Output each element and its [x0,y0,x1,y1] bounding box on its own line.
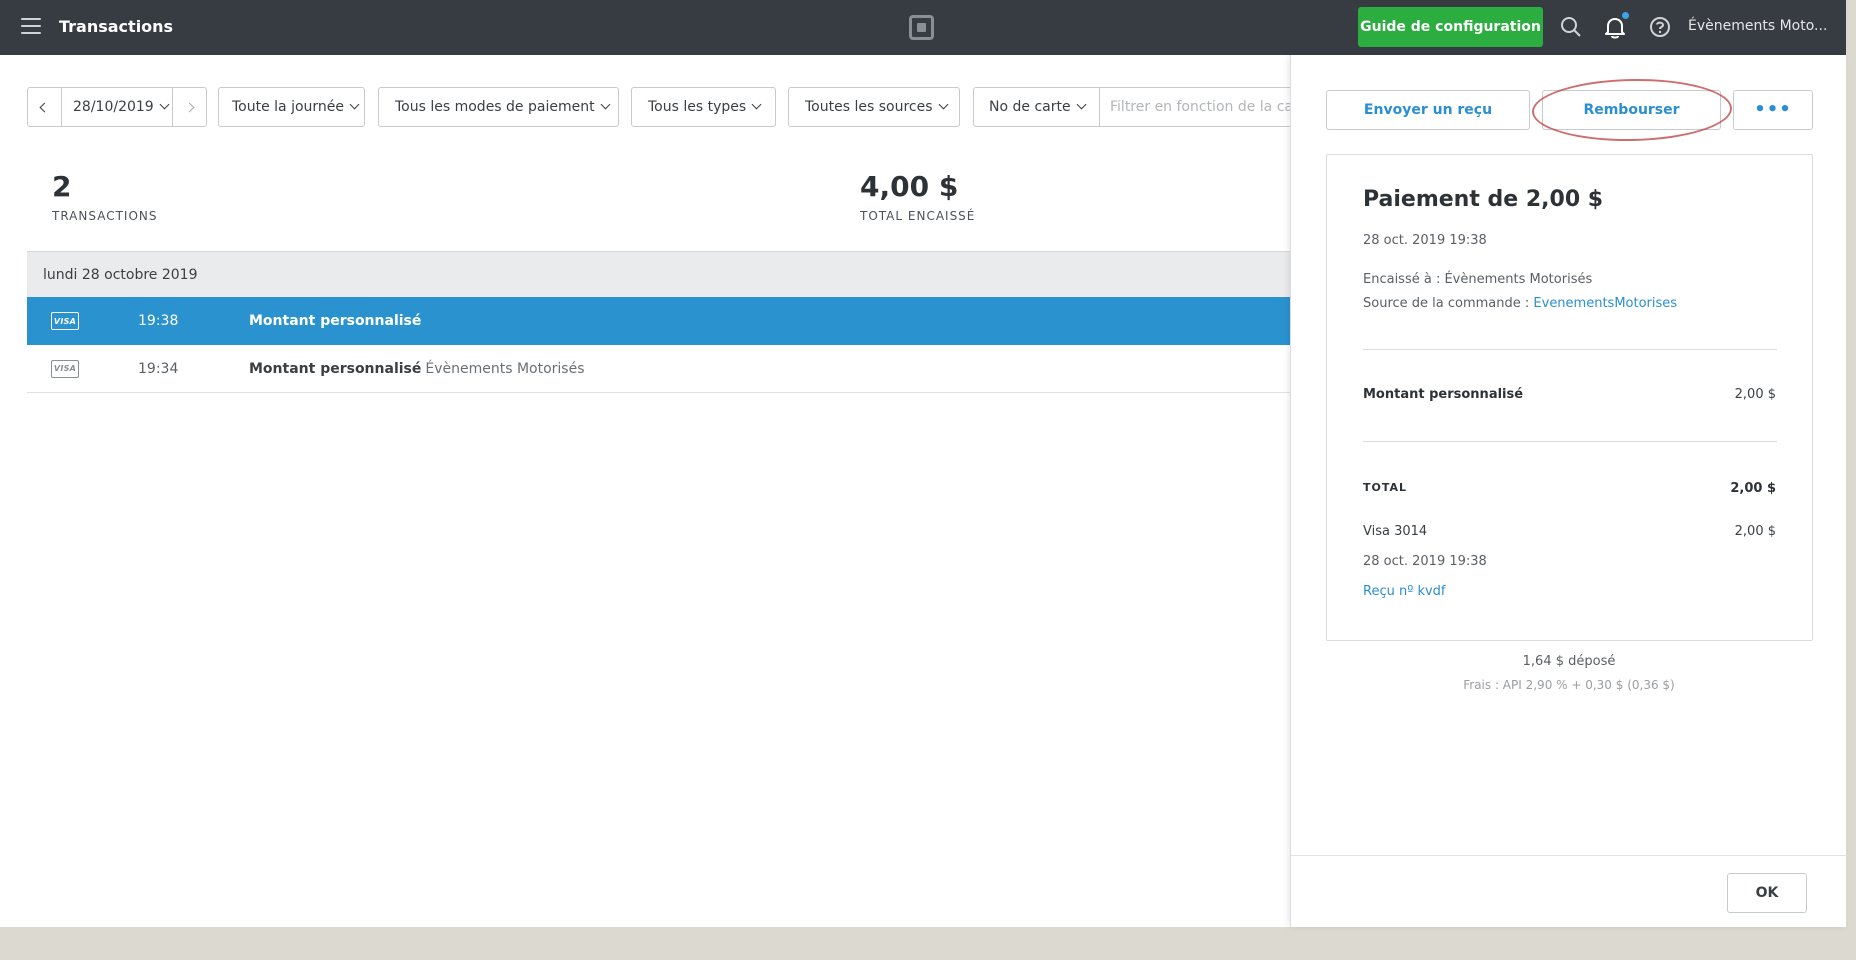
search-icon[interactable] [1558,14,1584,40]
transaction-detail-panel: Envoyer un reçu Rembourser ••• Paiement … [1290,55,1847,927]
date-picker: 28/10/2019 [27,87,207,127]
chevron-down-icon [751,99,762,110]
chevron-down-icon [1076,99,1087,110]
line-item-name: Montant personnalisé [1363,387,1524,402]
transaction-time: 19:38 [138,313,179,329]
order-source: Source de la commande : EvenementsMotori… [1363,296,1678,311]
help-icon[interactable] [1647,14,1673,40]
collected-at: Encaissé à : Évènements Motorisés [1363,272,1593,287]
transaction-location: Évènements Motorisés [425,360,585,377]
table-row[interactable]: VISA 19:38 Montant personnalisé [27,297,1290,345]
page-title: Transactions [59,17,174,36]
refund-button[interactable]: Rembourser [1542,90,1721,130]
chevron-down-icon [159,99,170,110]
transactions-main: 28/10/2019 Toute la journée Tous les mod… [0,55,1303,927]
day-header: lundi 28 octobre 2019 [27,251,1290,297]
setup-guide-button[interactable]: Guide de configuration [1358,7,1543,47]
divider [1363,349,1777,350]
fees-info: Frais : API 2,90 % + 0,30 $ (0,36 $) [1463,678,1675,692]
receipt-number-link[interactable]: Reçu nº kvdf [1363,584,1446,599]
square-logo-icon[interactable] [909,15,934,40]
transaction-time: 19:34 [138,360,179,377]
transaction-count-label: TRANSACTIONS [52,209,158,223]
total-collected-label: TOTAL ENCAISSÉ [860,209,976,223]
transaction-description: Montant personnalisé [249,313,422,329]
card-filter: No de carte [973,87,1303,127]
chevron-down-icon [938,99,948,110]
line-item-amount: 2,00 $ [1734,387,1776,402]
previous-date-button[interactable] [28,88,62,126]
top-bar: Transactions Guide de configuration Évèn… [0,0,1846,55]
order-source-link[interactable]: EvenementsMotorises [1533,296,1677,311]
total-label: TOTAL [1363,481,1408,494]
hamburger-menu-icon[interactable] [21,18,41,34]
divider [1363,441,1777,442]
time-range-filter[interactable]: Toute la journée [218,87,365,127]
next-date-button[interactable] [172,88,206,126]
payment-title: Paiement de 2,00 $ [1363,187,1604,212]
total-collected: 4,00 $ [860,170,959,203]
card-filter-input[interactable] [1100,88,1302,126]
panel-footer: OK [1291,855,1847,927]
visa-card-icon: VISA [51,359,79,378]
card-tender: Visa 3014 [1363,524,1428,539]
payment-date: 28 oct. 2019 19:38 [1363,233,1487,248]
payment-mode-filter[interactable]: Tous les modes de paiement [378,87,619,127]
account-menu[interactable]: Évènements Moto... [1688,18,1827,34]
transaction-count: 2 [52,170,72,203]
chevron-down-icon [349,99,360,110]
more-options-button[interactable]: ••• [1733,90,1813,130]
transaction-description: Montant personnalisé Évènements Motorisés [249,360,585,377]
card-type-select[interactable]: No de carte [974,88,1100,126]
notification-dot [1622,12,1629,19]
table-row[interactable]: VISA 19:34 Montant personnalisé Évènement… [27,345,1290,393]
chevron-right-icon [184,102,195,112]
chevron-left-icon [39,102,50,112]
receipt-card: Paiement de 2,00 $ 28 oct. 2019 19:38 En… [1326,154,1813,641]
ok-button[interactable]: OK [1727,873,1807,913]
deposited-amount: 1,64 $ déposé [1522,654,1616,669]
visa-card-icon: VISA [51,312,79,330]
card-tender-date: 28 oct. 2019 19:38 [1363,554,1487,569]
type-filter[interactable]: Tous les types [631,87,776,127]
source-filter[interactable]: Toutes les sources [788,87,960,127]
send-receipt-button[interactable]: Envoyer un reçu [1326,90,1530,130]
date-select[interactable]: 28/10/2019 [62,88,172,126]
total-amount: 2,00 $ [1730,481,1776,496]
card-tender-amount: 2,00 $ [1734,524,1776,539]
chevron-down-icon [600,99,611,110]
